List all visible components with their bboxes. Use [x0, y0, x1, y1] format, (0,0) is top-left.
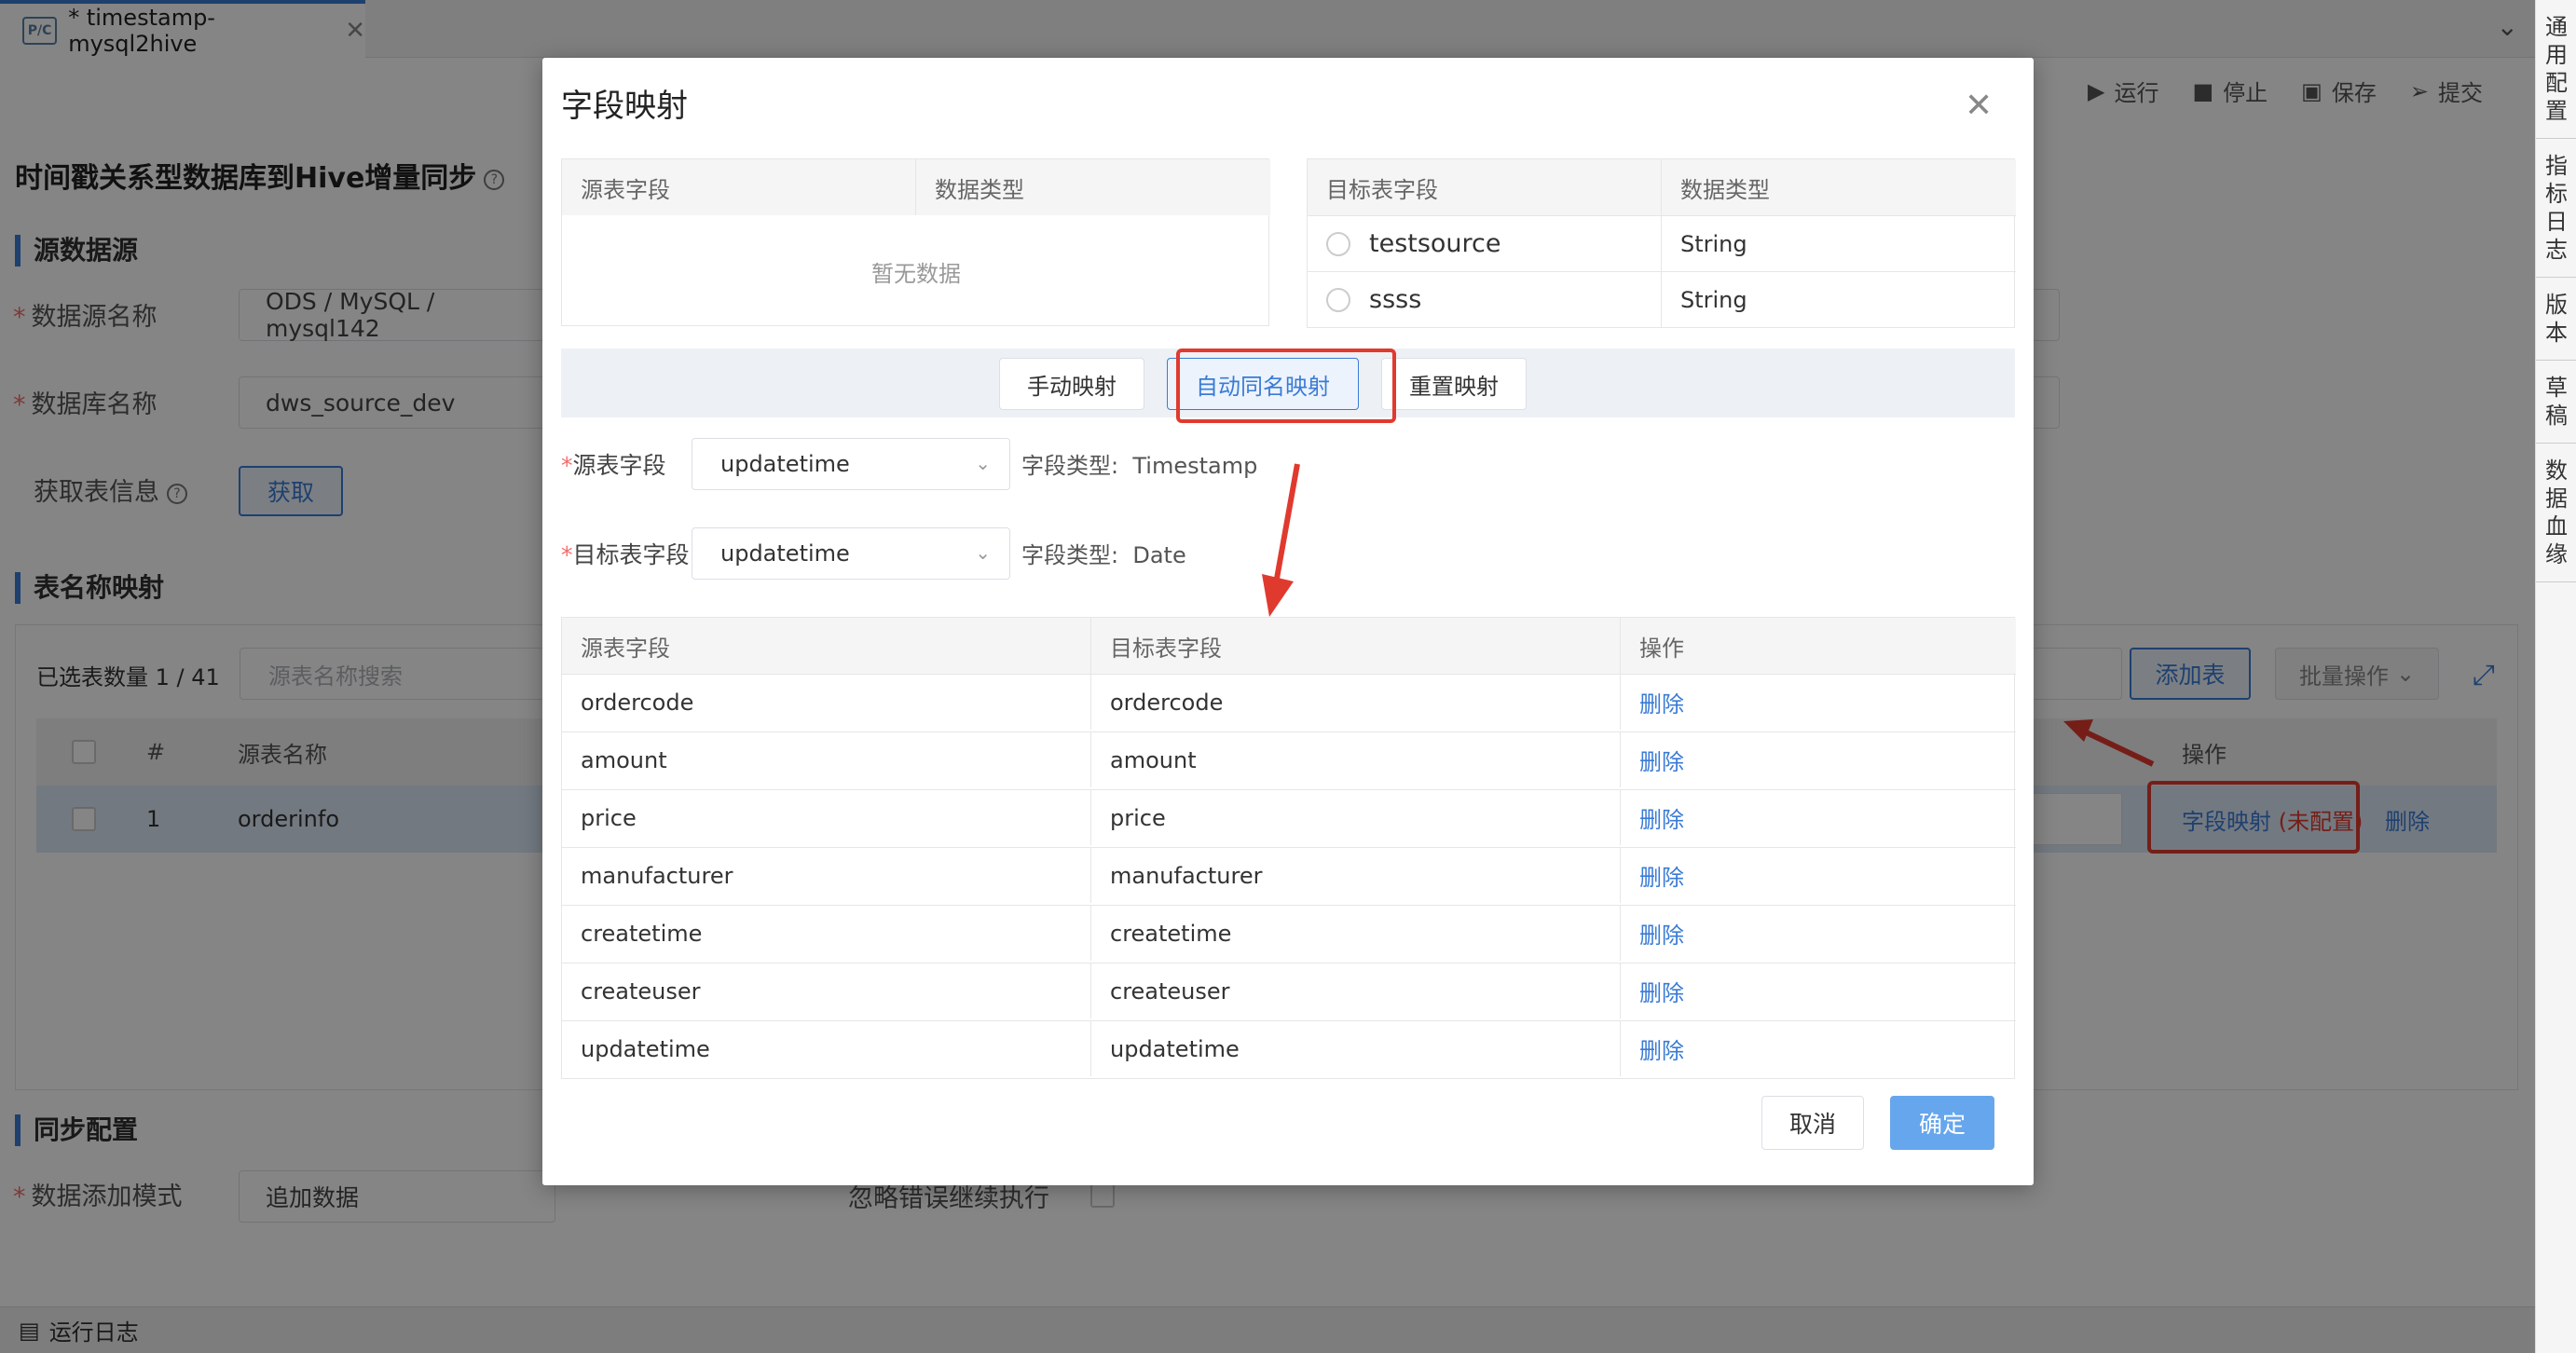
confirm-button[interactable]: 确定 — [1890, 1096, 1994, 1150]
reset-mapping-button[interactable]: 重置映射 — [1381, 358, 1527, 410]
table-row: updatetime — [562, 1020, 1091, 1076]
table-row: amount — [1091, 731, 1621, 787]
close-icon[interactable]: ✕ — [1965, 89, 1993, 123]
target-col-field: 目标表字段 — [1308, 159, 1662, 215]
radio-button[interactable] — [1326, 287, 1350, 312]
table-row: createuser — [1091, 963, 1621, 1018]
delete-link[interactable]: 删除 — [1621, 789, 2016, 845]
table-row: price — [562, 789, 1091, 845]
delete-link[interactable]: 删除 — [1621, 731, 2016, 787]
sidebar-item-draft[interactable]: 草稿 — [2536, 361, 2576, 444]
radio-button[interactable] — [1326, 231, 1350, 256]
table-row: amount — [562, 731, 1091, 787]
source-field-label: *源表字段 — [561, 452, 666, 479]
table-row: ordercode — [562, 674, 1091, 730]
table-row[interactable]: testsource — [1308, 215, 1662, 271]
target-field-name: ssss — [1369, 285, 1422, 314]
target-field-type: String — [1662, 271, 2016, 327]
delete-link[interactable]: 删除 — [1621, 963, 2016, 1018]
table-row: ordercode — [1091, 674, 1621, 730]
sidebar-item-metric-log[interactable]: 指标日志 — [2536, 139, 2576, 278]
sidebar-item-general-config[interactable]: 通用配置 — [2536, 0, 2576, 139]
source-field-value: updatetime — [720, 451, 850, 477]
target-field-value: updatetime — [720, 540, 850, 567]
sidebar-item-version[interactable]: 版本 — [2536, 278, 2576, 361]
target-field-table: 目标表字段 数据类型 testsource String ssss String — [1307, 158, 2016, 328]
source-field-select[interactable]: updatetime ⌄ — [692, 438, 1010, 490]
table-row: createtime — [562, 905, 1091, 961]
empty-state: 暂无数据 — [871, 260, 961, 287]
target-field-select[interactable]: updatetime ⌄ — [692, 527, 1010, 580]
target-field-type: String — [1662, 215, 2016, 271]
col-src-field: 源表字段 — [562, 618, 1091, 674]
target-field-name: testsource — [1369, 229, 1501, 258]
target-col-type: 数据类型 — [1662, 159, 2016, 215]
chevron-down-icon: ⌄ — [975, 541, 991, 564]
right-sidebar: 通用配置 指标日志 版本 草稿 数据血缘 — [2535, 0, 2576, 1353]
table-row[interactable]: ssss — [1308, 271, 1662, 327]
target-field-label: *目标表字段 — [561, 541, 690, 568]
table-row: createuser — [562, 963, 1091, 1018]
cancel-button[interactable]: 取消 — [1761, 1096, 1864, 1150]
table-row: manufacturer — [562, 847, 1091, 903]
modal-title: 字段映射 — [561, 88, 688, 125]
delete-link[interactable]: 删除 — [1621, 1020, 2016, 1076]
col-dst-field: 目标表字段 — [1091, 618, 1621, 674]
target-field-type: 字段类型: Date — [1021, 542, 1186, 568]
arrow-annotation-down — [1262, 463, 1300, 617]
table-row: price — [1091, 789, 1621, 845]
field-mapping-modal: 字段映射 ✕ 源表字段 数据类型 暂无数据 目标表字段 数据类型 testsou… — [542, 58, 2034, 1185]
delete-link[interactable]: 删除 — [1621, 674, 2016, 730]
delete-link[interactable]: 删除 — [1621, 905, 2016, 961]
table-row: updatetime — [1091, 1020, 1621, 1076]
source-field-type: 字段类型: Timestamp — [1021, 453, 1258, 479]
manual-mapping-button[interactable]: 手动映射 — [999, 358, 1144, 410]
table-row: manufacturer — [1091, 847, 1621, 903]
delete-link[interactable]: 删除 — [1621, 847, 2016, 903]
chevron-down-icon: ⌄ — [975, 452, 991, 474]
highlight-box-auto-mapping — [1176, 348, 1396, 423]
col-ops: 操作 — [1621, 618, 2016, 674]
sidebar-item-lineage[interactable]: 数据血缘 — [2536, 444, 2576, 582]
mapped-fields-table: 源表字段 目标表字段 操作 ordercode ordercode 删除 amo… — [561, 617, 2016, 1079]
table-row: createtime — [1091, 905, 1621, 961]
source-col-type: 数据类型 — [916, 159, 1270, 215]
source-field-table: 源表字段 数据类型 暂无数据 — [561, 158, 1270, 326]
source-col-field: 源表字段 — [562, 159, 916, 215]
